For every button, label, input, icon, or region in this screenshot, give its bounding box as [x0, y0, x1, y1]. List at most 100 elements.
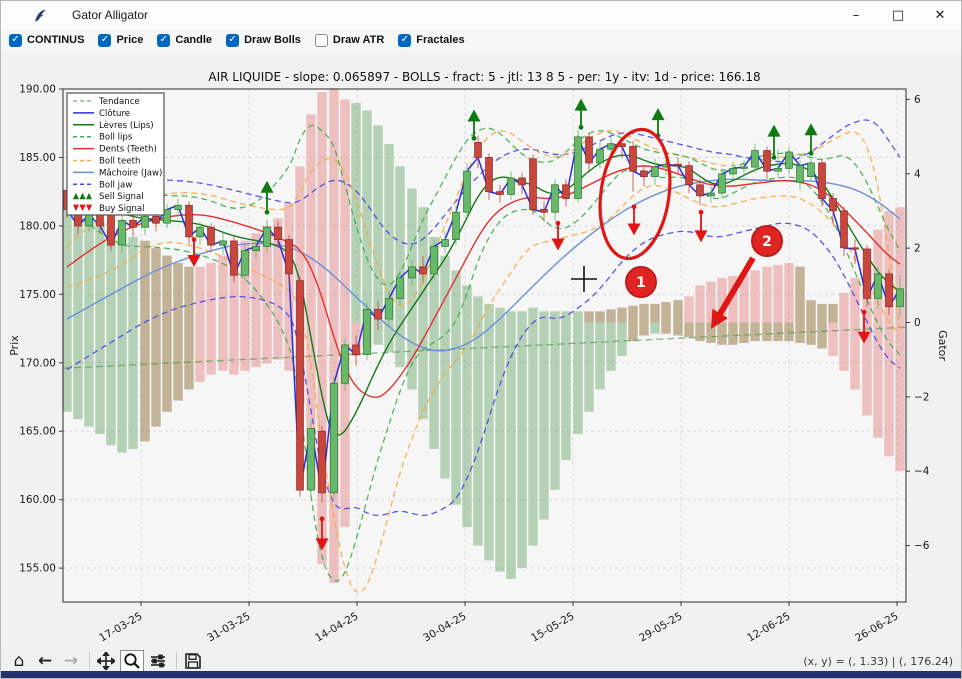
- configure-subplots-button[interactable]: [146, 650, 170, 672]
- gator-bar-down: [806, 323, 815, 345]
- candle-body: [486, 157, 493, 191]
- gator-bar-down: [206, 323, 215, 375]
- gator-bar-up: [440, 256, 449, 323]
- checkbox-price[interactable]: ✓ Price: [98, 34, 143, 47]
- gator-bar-up: [762, 267, 771, 323]
- save-icon: [184, 652, 202, 670]
- price-tick-label: 155.00: [19, 563, 56, 575]
- gator-bar-up: [195, 267, 204, 323]
- gator-bar-down: [506, 323, 515, 580]
- candle-body: [586, 137, 593, 163]
- price-tick-label: 165.00: [19, 426, 56, 438]
- checked-checkbox-icon[interactable]: ✓: [98, 34, 111, 47]
- maximize-button[interactable]: □: [877, 1, 919, 29]
- taskbar-sliver: [1, 671, 961, 678]
- candle-body: [475, 142, 482, 157]
- checked-checkbox-icon[interactable]: ✓: [9, 34, 22, 47]
- candle-body: [775, 168, 782, 171]
- gator-bar-down: [173, 323, 182, 401]
- gator-bar-up: [639, 304, 648, 323]
- gator-bar-down: [695, 323, 704, 342]
- candle-body: [641, 171, 648, 176]
- checkbox-continus[interactable]: ✓CONTINUS: [9, 34, 84, 47]
- gator-bar-up: [850, 278, 859, 323]
- price-tick-label: 190.00: [19, 84, 56, 96]
- forward-button[interactable]: →: [59, 650, 83, 672]
- date-tick-label: 26-06-25: [853, 610, 900, 644]
- candle-body: [286, 240, 293, 274]
- gator-bar-down: [84, 323, 93, 427]
- candle-body: [852, 248, 859, 249]
- gator-bar-down: [195, 323, 204, 382]
- checkbox-fractales[interactable]: ✓Fractales: [398, 34, 464, 47]
- gator-bar-down: [728, 323, 737, 345]
- gator-bar-up: [306, 114, 315, 322]
- checkbox-candle[interactable]: ✓Candle: [157, 34, 212, 47]
- candle-body: [420, 267, 427, 274]
- candle-body: [297, 281, 304, 490]
- gator-tick-label: 2: [914, 243, 921, 255]
- checkbox-label: Draw Bolls: [244, 34, 301, 46]
- checkbox-draw-bolls[interactable]: ✓ Draw Bolls: [226, 34, 301, 47]
- candle-body: [364, 309, 371, 354]
- gator-bar-up: [606, 309, 615, 322]
- gator-bar-down: [784, 323, 793, 342]
- gator-bar-down: [73, 323, 82, 420]
- close-button[interactable]: ✕: [919, 1, 961, 29]
- gator-bar-up: [329, 88, 338, 322]
- candle-body: [719, 174, 726, 193]
- gator-bar-down: [817, 323, 826, 349]
- pan-button[interactable]: [94, 650, 118, 672]
- candle-body: [175, 205, 182, 209]
- candle-body: [841, 211, 848, 248]
- minimize-button[interactable]: –: [835, 1, 877, 29]
- gator-tick-label: 0: [914, 317, 921, 329]
- legend-label: Dents (Teeth): [99, 145, 157, 155]
- zoom-button[interactable]: [120, 650, 144, 672]
- gator-bar-down: [440, 323, 449, 479]
- gator-bar-up: [573, 311, 582, 322]
- candle-body: [552, 185, 559, 212]
- candle-body: [264, 227, 271, 246]
- gator-bar-down: [684, 323, 693, 338]
- gator-bar-down: [762, 323, 771, 342]
- gator-bar-down: [661, 323, 670, 334]
- gator-bar-up: [839, 293, 848, 323]
- candle-body: [597, 149, 604, 163]
- candle-body: [864, 249, 871, 298]
- gator-bar-down: [895, 323, 904, 472]
- chart-canvas[interactable]: 190.00185.00180.00175.00170.00165.00160.…: [1, 51, 962, 649]
- candle-body: [819, 163, 826, 199]
- gator-bar-down: [240, 323, 249, 371]
- gator-bar-down: [407, 323, 416, 390]
- candle-body: [497, 192, 504, 195]
- candle-body: [119, 220, 126, 245]
- gator-bar-up: [784, 263, 793, 322]
- checked-checkbox-icon[interactable]: ✓: [398, 34, 411, 47]
- checkbox-label: Price: [116, 34, 143, 46]
- checked-checkbox-icon[interactable]: ✓: [226, 34, 239, 47]
- right-axis-label: Gator: [936, 330, 949, 361]
- candle-body: [397, 278, 404, 299]
- candle-body: [875, 274, 882, 299]
- unchecked-checkbox-icon[interactable]: [315, 34, 328, 47]
- gator-bar-up: [173, 263, 182, 322]
- candle-body: [331, 383, 338, 493]
- checkbox-draw-atr[interactable]: Draw ATR: [315, 34, 384, 47]
- date-tick-label: 17-03-25: [97, 610, 144, 644]
- gator-bar-down: [462, 323, 471, 527]
- sliders-icon: [149, 652, 167, 670]
- candle-body: [508, 178, 515, 194]
- candle-body: [608, 144, 615, 149]
- save-button[interactable]: [181, 650, 205, 672]
- back-button[interactable]: ←: [33, 650, 57, 672]
- gator-bar-up: [506, 311, 515, 322]
- checked-checkbox-icon[interactable]: ✓: [157, 34, 170, 47]
- candle-body: [442, 240, 449, 247]
- gator-tick-label: −2: [914, 391, 929, 403]
- candle-body: [830, 199, 837, 211]
- legend-label: Clôture: [99, 108, 130, 119]
- gator-bar-down: [550, 323, 559, 490]
- gator-bar-up: [362, 111, 371, 323]
- home-button[interactable]: ⌂: [7, 650, 31, 672]
